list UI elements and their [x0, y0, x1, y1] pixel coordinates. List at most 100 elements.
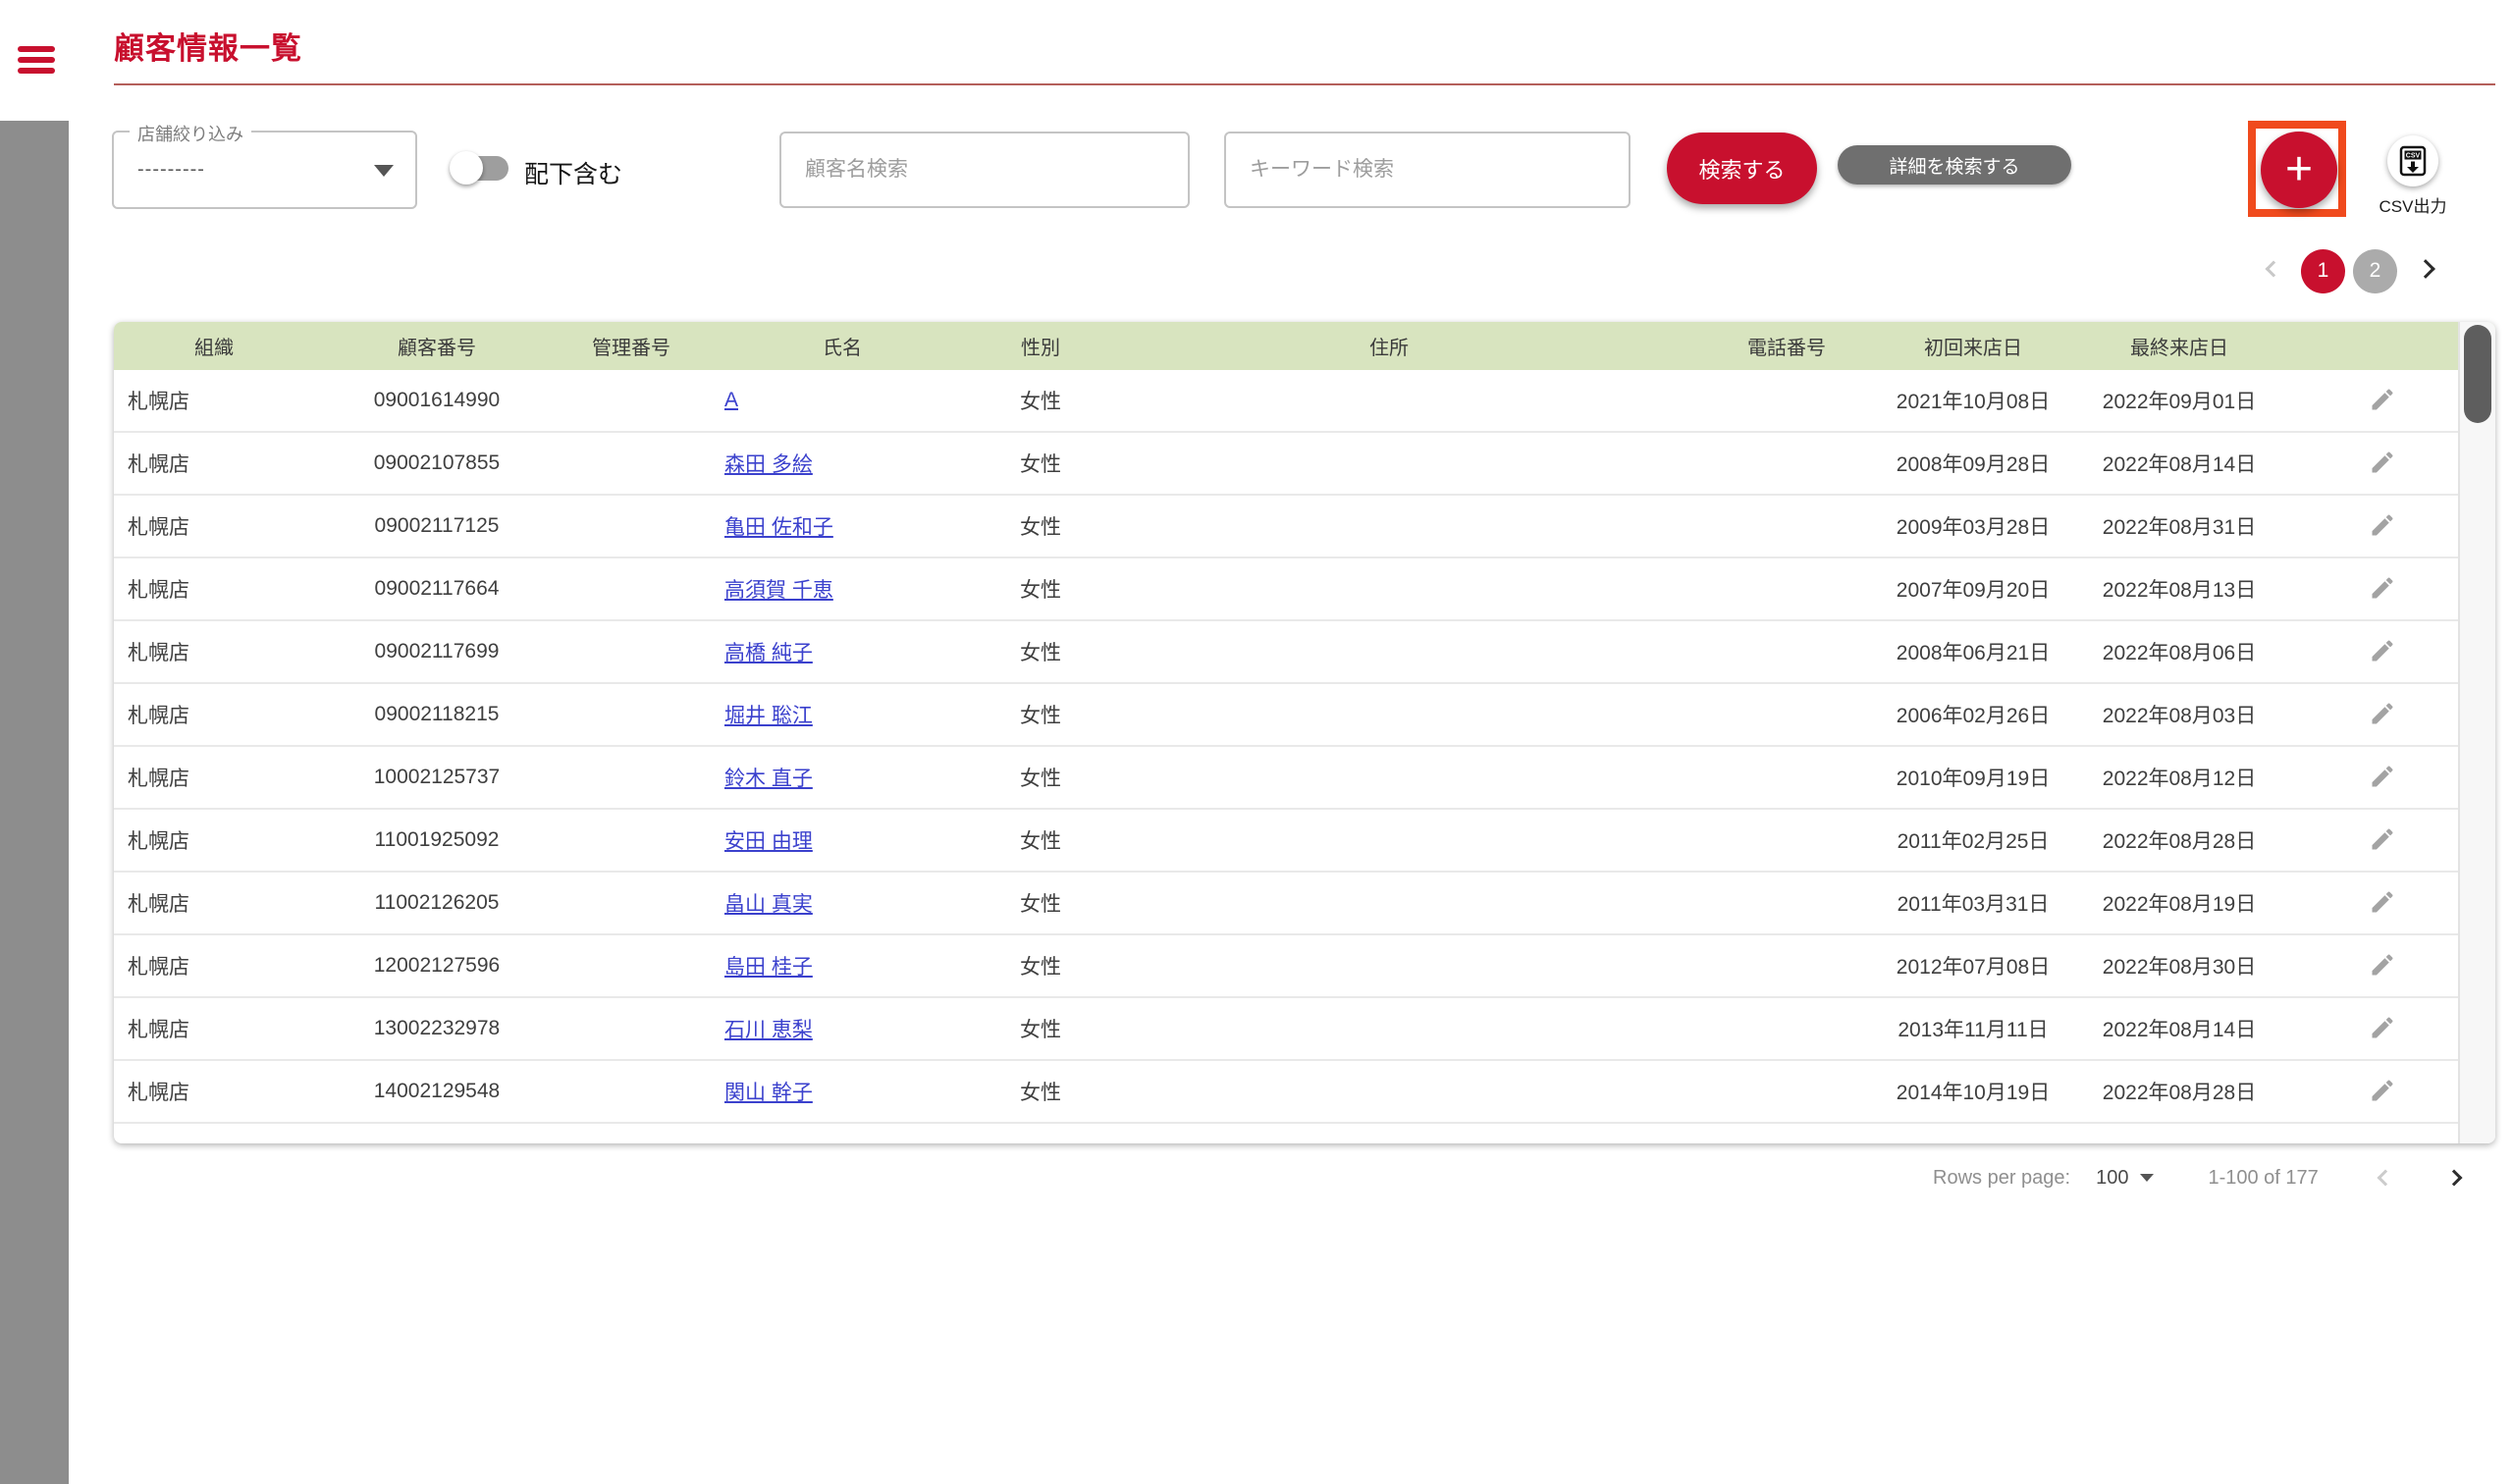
subordinate-toggle[interactable] [450, 150, 510, 186]
customer-name-link[interactable]: 島田 桂子 [724, 956, 813, 979]
cell-customer-no: 13002232978 [373, 1017, 501, 1039]
customer-name-link[interactable]: 関山 幹子 [724, 1082, 813, 1104]
cell-org: 札幌店 [128, 1019, 189, 1041]
chevron-right-icon [2445, 1169, 2463, 1186]
table-row: 札幌店 11002126205 畠山 真実 女性 2011年03月31日 202… [114, 873, 2495, 935]
table-row: 札幌店 09002117699 高橋 純子 女性 2008年06月21日 202… [114, 621, 2495, 684]
customer-name-link[interactable]: 鈴木 直子 [724, 768, 813, 790]
table-body: 札幌店 09001614990 A 女性 2021年10月08日 2022年09… [114, 370, 2495, 1124]
edit-row-button[interactable] [2367, 887, 2398, 919]
cell-first-visit: 2007年09月20日 [1896, 579, 2051, 602]
customer-name-link[interactable]: 亀田 佐和子 [724, 516, 833, 539]
cell-customer-no: 09002117664 [374, 577, 500, 600]
rows-per-page-select[interactable]: 100 [2096, 1167, 2155, 1190]
edit-pencil-icon [2372, 702, 2393, 723]
keyword-search-input[interactable] [1224, 132, 1631, 208]
edit-row-button[interactable] [2367, 636, 2398, 667]
cell-first-visit: 2010年09月19日 [1896, 768, 2051, 790]
cell-last-visit: 2022年08月14日 [2102, 1019, 2257, 1041]
store-filter-select[interactable]: 店舗絞り込み --------- [112, 121, 417, 209]
dropdown-caret-icon [2140, 1174, 2155, 1182]
top-pagination: 1 2 [2265, 247, 2435, 294]
edit-row-button[interactable] [2367, 1013, 2398, 1044]
edit-pencil-icon [2388, 1142, 2389, 1143]
table-header-row: 組織 顧客番号 管理番号 氏名 性別 住所 電話番号 初回来店日 最終来店日 [114, 322, 2495, 370]
csv-export-button[interactable]: CSV [2387, 135, 2438, 186]
svg-text:CSV: CSV [2406, 153, 2421, 160]
edit-pencil-icon [2372, 1079, 2393, 1100]
table-row: 札幌店 12002127596 島田 桂子 女性 2012年07月08日 202… [114, 935, 2495, 998]
left-sidebar-rail [0, 121, 69, 1484]
table-scrollbar-track[interactable] [2458, 322, 2495, 1143]
cell-org: 札幌店 [128, 893, 189, 916]
footer-next-page-button[interactable] [2445, 1167, 2463, 1190]
cell-gender: 女性 [1020, 579, 1061, 602]
page-2-button[interactable]: 2 [2353, 248, 2397, 293]
cell-gender: 女性 [1020, 956, 1061, 979]
page-prev-button[interactable] [2265, 260, 2282, 280]
edit-row-button[interactable] [2367, 1140, 2398, 1143]
cell-gender: 女性 [1020, 516, 1061, 539]
page-title: 顧客情報一覧 [114, 31, 302, 66]
edit-row-button[interactable] [2367, 573, 2398, 605]
customer-name-link[interactable]: A [724, 389, 738, 411]
edit-row-button[interactable] [2367, 824, 2398, 856]
cell-first-visit: 2006年02月26日 [1896, 705, 2051, 727]
column-header: 氏名 [823, 338, 862, 359]
footer-prev-page-button[interactable] [2377, 1167, 2394, 1190]
edit-row-button[interactable] [2367, 762, 2398, 793]
customer-name-link[interactable]: 高橋 純子 [724, 642, 813, 664]
customer-name-link[interactable]: 森田 多絵 [724, 453, 813, 476]
customer-name-link[interactable]: 畠山 真実 [724, 893, 813, 916]
search-button[interactable]: 検索する [1667, 132, 1817, 204]
customer-name-search-input[interactable] [779, 132, 1190, 208]
cell-last-visit: 2022年08月06日 [2102, 642, 2257, 664]
hamburger-menu-icon[interactable] [18, 46, 55, 74]
detail-search-button[interactable]: 詳細を検索する [1838, 145, 2071, 185]
cell-org: 札幌店 [128, 516, 189, 539]
page-next-button[interactable] [2416, 258, 2435, 281]
edit-row-button[interactable] [2367, 448, 2398, 479]
cell-gender: 女性 [1020, 893, 1061, 916]
cell-gender: 女性 [1020, 1082, 1061, 1104]
page-1-button[interactable]: 1 [2301, 248, 2345, 293]
cell-last-visit: 2022年08月28日 [2102, 1082, 2257, 1104]
cell-first-visit: 2011年02月25日 [1897, 830, 2050, 853]
dropdown-arrow-icon [374, 165, 394, 177]
column-header: 管理番号 [592, 338, 670, 359]
edit-row-button[interactable] [2367, 1076, 2398, 1107]
edit-row-button[interactable] [2367, 950, 2398, 981]
table-row: 札幌店 09002117125 亀田 佐和子 女性 2009年03月28日 20… [114, 496, 2495, 558]
chevron-left-icon [2265, 260, 2282, 278]
cell-gender: 女性 [1020, 830, 1061, 853]
cell-customer-no: 09002117699 [374, 640, 500, 662]
edit-row-button[interactable] [2367, 385, 2398, 416]
rows-per-page-label: Rows per page: [1933, 1166, 2071, 1189]
cell-last-visit: 2022年09月01日 [2102, 391, 2257, 413]
cell-first-visit: 2011年03月31日 [1897, 893, 2050, 916]
table-row: 札幌店 10002125737 鈴木 直子 女性 2010年09月19日 202… [114, 747, 2495, 810]
cell-customer-no: 09001614990 [373, 389, 501, 411]
table-scrollbar-thumb[interactable] [2464, 325, 2491, 423]
cell-last-visit: 2022年08月31日 [2102, 516, 2257, 539]
customer-name-link[interactable]: 堀井 聡江 [724, 705, 813, 727]
add-customer-button[interactable]: + [2261, 132, 2337, 208]
customer-name-link[interactable]: 高須賀 千恵 [724, 579, 833, 602]
cell-first-visit: 2021年10月08日 [1896, 391, 2051, 413]
edit-row-button[interactable] [2367, 510, 2398, 542]
cell-first-visit: 2012年07月08日 [1896, 956, 2051, 979]
cell-last-visit: 2022年08月12日 [2102, 768, 2257, 790]
customer-name-link[interactable]: 石川 恵梨 [724, 1019, 813, 1041]
cell-org: 札幌店 [128, 391, 189, 413]
column-header: 組織 [194, 338, 234, 359]
cell-customer-no: 10002125737 [373, 766, 501, 788]
edit-pencil-icon [2372, 827, 2393, 849]
store-filter-value: --------- [137, 158, 205, 181]
customer-table: 組織 顧客番号 管理番号 氏名 性別 住所 電話番号 初回来店日 最終来店日 札幌店 09001… [114, 322, 2495, 1143]
customer-name-link[interactable]: 安田 由理 [724, 830, 813, 853]
cell-first-visit: 2009年03月28日 [1896, 516, 2051, 539]
edit-pencil-icon [2372, 388, 2393, 409]
cell-first-visit: 2008年09月28日 [1896, 453, 2051, 476]
edit-pencil-icon [2372, 765, 2393, 786]
edit-row-button[interactable] [2367, 699, 2398, 730]
